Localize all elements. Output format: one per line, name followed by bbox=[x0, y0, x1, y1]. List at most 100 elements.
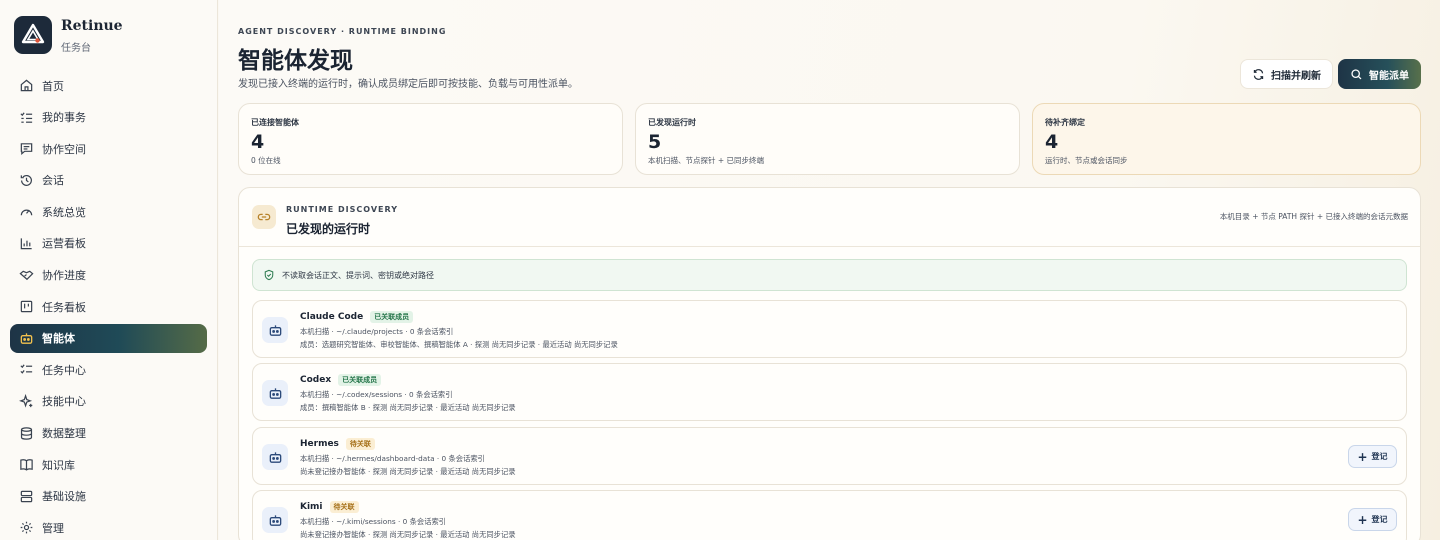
runtime-card[interactable]: Kimi 待关联 本机扫描 · ~/.kimi/sessions · 0 条会话… bbox=[252, 490, 1407, 540]
panel-meta: 本机目录 + 节点 PATH 探针 + 已接入终端的会话元数据 bbox=[1219, 212, 1408, 221]
sidebar-item-label: 系统总览 bbox=[42, 205, 86, 219]
notice-text: 不读取会话正文、提示词、密钥或绝对路径 bbox=[282, 270, 434, 280]
register-button[interactable]: + 登记 bbox=[1348, 445, 1397, 468]
sidebar: Retinue 任务台 首页 我的事务 协作空间 会话 系统总览 运营看板 协作… bbox=[0, 0, 218, 540]
stat-note: 本机扫描、节点探针 + 已同步终端 bbox=[648, 156, 765, 165]
sidebar-item-home[interactable]: 首页 bbox=[10, 71, 207, 100]
sidebar-item-label: 运营看板 bbox=[42, 237, 86, 251]
runtime-members: 成员：选题研究智能体、审校智能体、撰稿智能体 A · 探测 尚无同步记录 · 最… bbox=[300, 340, 618, 349]
sidebar-item-label: 我的事务 bbox=[42, 111, 86, 125]
page-description: 发现已接入终端的运行时，确认成员绑定后即可按技能、负载与可用性派单。 bbox=[238, 79, 578, 90]
page-title: 智能体发现 bbox=[238, 47, 353, 74]
sidebar-item-my-tasks[interactable]: 我的事务 bbox=[10, 103, 207, 132]
runtime-card[interactable]: Codex 已关联成员 本机扫描 · ~/.codex/sessions · 0… bbox=[252, 363, 1407, 421]
runtime-card[interactable]: Claude Code 已关联成员 本机扫描 · ~/.claude/proje… bbox=[252, 300, 1407, 358]
sidebar-item-progress[interactable]: 协作进度 bbox=[10, 261, 207, 290]
plus-icon: + bbox=[1357, 512, 1368, 527]
scan-refresh-label: 扫描并刷新 bbox=[1271, 70, 1321, 82]
bar-chart-icon bbox=[20, 238, 32, 250]
status-badge: 待关联 bbox=[329, 501, 359, 513]
history-icon bbox=[20, 174, 32, 186]
stat-note: 运行时、节点或会话同步 bbox=[1045, 156, 1128, 165]
runtime-source: 本机扫描 · ~/.kimi/sessions · 0 条会话索引 bbox=[300, 517, 447, 526]
refresh-icon bbox=[1253, 68, 1264, 80]
stat-label: 已发现运行时 bbox=[648, 118, 696, 127]
link-icon bbox=[252, 205, 276, 229]
sidebar-item-label: 智能体 bbox=[42, 332, 75, 346]
smart-dispatch-button[interactable]: 智能派单 bbox=[1338, 59, 1421, 89]
status-badge: 已关联成员 bbox=[370, 311, 414, 323]
checklist-icon bbox=[20, 364, 33, 375]
stat-value: 4 bbox=[251, 131, 265, 153]
stat-note: 0 位在线 bbox=[251, 156, 281, 165]
sidebar-item-label: 管理 bbox=[42, 521, 64, 535]
status-badge: 已关联成员 bbox=[338, 374, 382, 386]
sidebar-item-label: 数据整理 bbox=[42, 427, 86, 441]
sidebar-item-label: 协作进度 bbox=[42, 269, 86, 283]
runtime-name: Claude Code bbox=[300, 312, 364, 322]
brand[interactable]: Retinue 任务台 bbox=[14, 16, 123, 54]
brand-name: Retinue bbox=[61, 17, 123, 34]
sidebar-item-skills[interactable]: 技能中心 bbox=[10, 387, 207, 416]
home-icon bbox=[20, 79, 33, 92]
runtime-members: 尚未登记接办智能体 · 探测 尚无同步记录 · 最近活动 尚无同步记录 bbox=[300, 467, 516, 476]
sidebar-item-label: 会话 bbox=[42, 174, 64, 188]
database-icon bbox=[20, 426, 33, 440]
panel-eyebrow: RUNTIME DISCOVERY bbox=[286, 205, 399, 214]
sidebar-item-task-center[interactable]: 任务中心 bbox=[10, 355, 207, 384]
shield-check-icon bbox=[264, 269, 274, 281]
sidebar-item-workspace[interactable]: 协作空间 bbox=[10, 134, 207, 163]
sidebar-item-infra[interactable]: 基础设施 bbox=[10, 482, 207, 511]
sparkles-icon bbox=[19, 393, 33, 408]
stat-value: 4 bbox=[1045, 131, 1059, 153]
sidebar-item-ops-board[interactable]: 运营看板 bbox=[10, 229, 207, 258]
runtime-name: Hermes bbox=[300, 439, 339, 449]
register-button[interactable]: + 登记 bbox=[1348, 508, 1397, 531]
sidebar-item-agents[interactable]: 智能体 bbox=[10, 323, 207, 353]
panel-title: 已发现的运行时 bbox=[286, 222, 371, 236]
stat-label: 已连接智能体 bbox=[251, 118, 299, 127]
page-eyebrow: AGENT DISCOVERY · RUNTIME BINDING bbox=[238, 27, 447, 36]
sidebar-item-overview[interactable]: 系统总览 bbox=[10, 197, 207, 226]
bot-icon bbox=[20, 333, 33, 344]
runtime-name: Codex bbox=[300, 375, 332, 385]
scan-refresh-button[interactable]: 扫描并刷新 bbox=[1240, 59, 1333, 89]
runtime-name: Kimi bbox=[300, 502, 323, 512]
sidebar-nav: 首页 我的事务 协作空间 会话 系统总览 运营看板 协作进度 任务看板 智能体 … bbox=[10, 71, 207, 540]
search-icon bbox=[1351, 68, 1362, 79]
stat-label: 待补齐绑定 bbox=[1045, 118, 1085, 127]
smart-dispatch-label: 智能派单 bbox=[1369, 70, 1409, 82]
gauge-icon bbox=[20, 209, 33, 216]
stat-card-pending-bindings: 待补齐绑定 4 运行时、节点或会话同步 bbox=[1032, 103, 1421, 175]
runtime-source: 本机扫描 · ~/.hermes/dashboard-data · 0 条会话索… bbox=[300, 454, 485, 463]
sidebar-item-sessions[interactable]: 会话 bbox=[10, 166, 207, 195]
handshake-icon bbox=[19, 270, 34, 280]
bot-icon bbox=[262, 507, 288, 533]
bot-icon bbox=[262, 444, 288, 470]
stat-value: 5 bbox=[648, 131, 662, 153]
bot-icon bbox=[262, 317, 288, 343]
plus-icon: + bbox=[1357, 449, 1368, 464]
status-badge: 待关联 bbox=[345, 438, 375, 450]
brand-subtitle: 任务台 bbox=[61, 42, 91, 54]
sidebar-item-label: 首页 bbox=[42, 79, 64, 93]
runtime-card[interactable]: Hermes 待关联 本机扫描 · ~/.hermes/dashboard-da… bbox=[252, 427, 1407, 485]
chat-icon bbox=[20, 143, 33, 156]
runtime-members: 成员：撰稿智能体 B · 探测 尚无同步记录 · 最近活动 尚无同步记录 bbox=[300, 403, 516, 412]
runtime-source: 本机扫描 · ~/.codex/sessions · 0 条会话索引 bbox=[300, 390, 453, 399]
runtime-discovery-panel: RUNTIME DISCOVERY 已发现的运行时 本机目录 + 节点 PATH… bbox=[238, 187, 1421, 540]
retinue-logo-icon bbox=[14, 16, 52, 54]
sidebar-item-data[interactable]: 数据整理 bbox=[10, 419, 207, 448]
sidebar-item-label: 知识库 bbox=[42, 458, 75, 472]
settings-icon bbox=[20, 522, 33, 534]
main-content: AGENT DISCOVERY · RUNTIME BINDING 智能体发现 … bbox=[219, 0, 1440, 540]
sidebar-item-label: 任务看板 bbox=[42, 300, 86, 314]
runtime-members: 尚未登记接办智能体 · 探测 尚无同步记录 · 最近活动 尚无同步记录 bbox=[300, 530, 516, 539]
sidebar-item-admin[interactable]: 管理 bbox=[10, 513, 207, 540]
sidebar-item-knowledge[interactable]: 知识库 bbox=[10, 450, 207, 479]
stat-card-connected-agents: 已连接智能体 4 0 位在线 bbox=[238, 103, 623, 175]
register-label: 登记 bbox=[1371, 515, 1388, 524]
kanban-icon bbox=[20, 300, 33, 313]
book-icon bbox=[20, 459, 33, 471]
sidebar-item-task-board[interactable]: 任务看板 bbox=[10, 292, 207, 321]
